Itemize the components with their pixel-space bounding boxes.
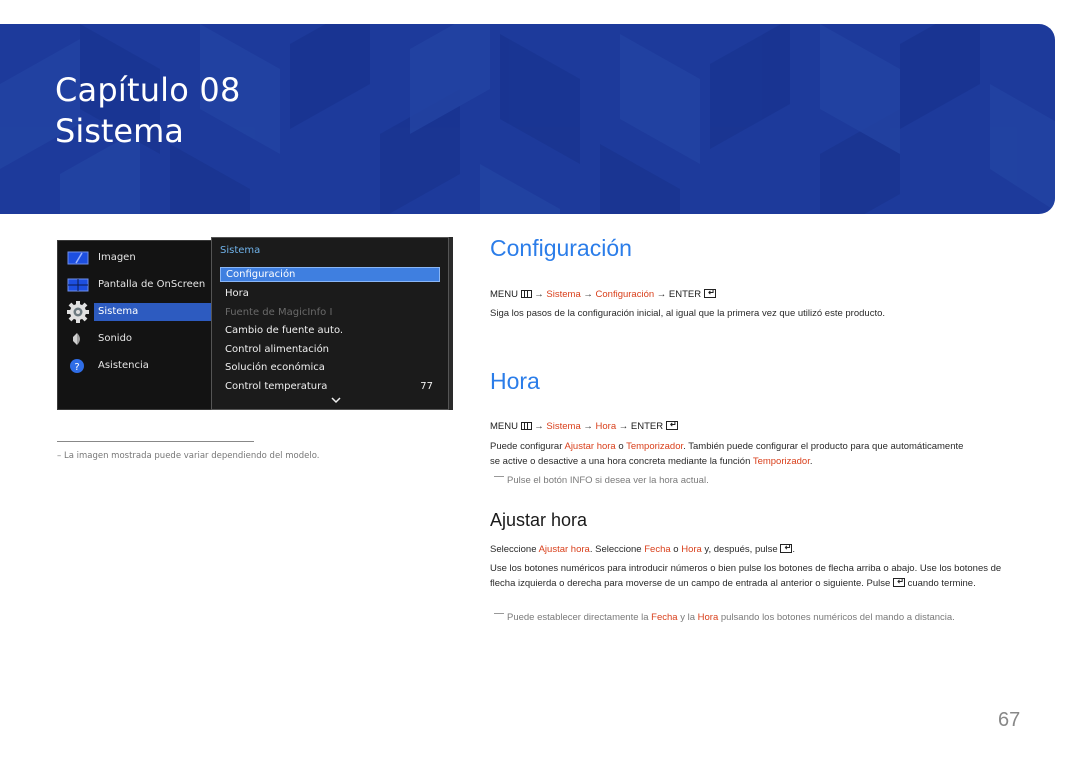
- submenu-item-solucion-economica[interactable]: Solución económica: [220, 360, 440, 375]
- enter-icon: [892, 578, 905, 587]
- temperature-value: 77: [420, 381, 433, 392]
- text-fragment: Solución económica: [225, 362, 325, 373]
- chapter-banner: Capítulo 08 Sistema: [0, 24, 1055, 214]
- text-fragment: Temporizador: [626, 441, 684, 452]
- text-fragment: Fecha: [651, 612, 678, 623]
- text-fragment: →: [583, 421, 593, 432]
- submenu-item-fuente-magicinfo: Fuente de MagicInfo I: [220, 305, 440, 320]
- text-fragment: Hora: [697, 612, 719, 623]
- submenu-item-configuracion[interactable]: Configuración: [220, 267, 440, 282]
- footnote-divider: [57, 441, 254, 442]
- text-fragment: Cambio de fuente auto.: [225, 325, 344, 336]
- osd-main-menu: Imagen Pantalla de OnScreen Sistema Soni…: [57, 240, 218, 410]
- text-fragment: Fecha: [644, 544, 671, 555]
- osd-menu-item-pantalla[interactable]: Pantalla de OnScreen: [58, 276, 218, 294]
- submenu-item-cambio-fuente[interactable]: Cambio de fuente auto.: [220, 323, 440, 338]
- section-heading-configuracion: Configuración: [490, 235, 632, 261]
- text-fragment: o: [670, 544, 682, 555]
- text-fragment: Fuente de MagicInfo I: [225, 307, 333, 318]
- help-icon: ?: [67, 357, 89, 375]
- text-fragment: →: [618, 421, 629, 432]
- text-fragment: Sistema: [546, 421, 581, 432]
- text-fragment: →: [583, 289, 593, 300]
- text-fragment: Sistema: [546, 289, 581, 300]
- onscreen-display-icon: [67, 276, 89, 294]
- svg-text:?: ?: [74, 362, 79, 373]
- osd-submenu: Sistema Configuración Hora Fuente de Mag…: [211, 237, 449, 410]
- text-fragment: →: [534, 289, 544, 300]
- text-fragment: .: [809, 456, 813, 467]
- submenu-header: Sistema: [220, 245, 261, 256]
- menu-path-configuracion: MENU → Sistema → Configuración → ENTER: [490, 289, 716, 300]
- text-fragment: Control temperatura: [225, 381, 328, 392]
- menu-icon: [520, 290, 532, 298]
- text-fragment: Configuración: [226, 269, 296, 280]
- text-fragment: Sonido: [98, 333, 133, 344]
- note-dash: [494, 476, 504, 477]
- text-fragment: Configuración: [595, 289, 655, 300]
- text-fragment: Sistema: [94, 303, 218, 321]
- text-fragment: Hora: [225, 288, 249, 299]
- text-fragment: y la: [677, 612, 698, 623]
- picture-icon: [67, 249, 89, 267]
- text-fragment: Temporizador: [752, 456, 810, 467]
- osd-menu-item-asistencia[interactable]: ? Asistencia: [58, 357, 218, 375]
- ajustar-hora-step1: Seleccione Ajustar hora. Seleccione Fech…: [490, 542, 1030, 557]
- text-fragment: MENU: [490, 289, 518, 300]
- text-fragment: Control alimentación: [225, 344, 330, 355]
- section-heading-ajustar-hora: Ajustar hora: [490, 510, 588, 530]
- osd-menu-item-sistema[interactable]: Sistema: [58, 301, 218, 323]
- chevron-down-icon[interactable]: [330, 396, 342, 404]
- image-footnote: – La imagen mostrada puede variar depend…: [57, 451, 320, 461]
- text-fragment: Pantalla de OnScreen: [98, 279, 206, 290]
- text-fragment: Hora: [681, 544, 702, 555]
- ajustar-hora-note: Puede establecer directamente la Fecha y…: [494, 612, 955, 623]
- configuracion-description: Siga los pasos de la configuración inici…: [490, 308, 886, 319]
- text-fragment: o: [615, 441, 627, 452]
- osd-menu-item-sonido[interactable]: Sonido: [58, 330, 218, 348]
- text-fragment: . Seleccione: [589, 544, 645, 555]
- enter-icon: [780, 544, 793, 553]
- text-fragment: Pulse el botón INFO si desea ver la hora…: [507, 475, 709, 486]
- osd-menu-item-imagen[interactable]: Imagen: [58, 249, 218, 267]
- text-fragment: Asistencia: [98, 360, 149, 371]
- text-fragment: MENU: [490, 421, 518, 432]
- text-fragment: cuando termine.: [904, 578, 976, 589]
- enter-icon: [703, 289, 716, 298]
- chapter-number: Capítulo 08: [55, 71, 241, 109]
- text-fragment: Puede configurar: [490, 441, 565, 452]
- submenu-item-hora[interactable]: Hora: [220, 286, 440, 301]
- text-fragment: Ajustar hora: [538, 544, 590, 555]
- text-fragment: Hora: [595, 421, 617, 432]
- enter-icon: [665, 421, 678, 430]
- text-fragment: y, después, pulse: [701, 544, 781, 555]
- text-fragment: ENTER: [630, 421, 664, 432]
- text-fragment: ENTER: [668, 289, 702, 300]
- text-fragment: .: [792, 544, 795, 555]
- chapter-title: Sistema: [55, 112, 184, 150]
- submenu-item-control-temperatura[interactable]: Control temperatura 77: [220, 379, 440, 394]
- menu-icon: [520, 422, 532, 430]
- text-fragment: →: [534, 421, 544, 432]
- text-fragment: Seleccione: [490, 544, 539, 555]
- note-dash: [494, 613, 504, 614]
- gear-icon: [67, 301, 89, 323]
- speaker-icon: [67, 330, 89, 348]
- page-number: 67: [998, 709, 1021, 731]
- submenu-item-control-alimentacion[interactable]: Control alimentación: [220, 342, 440, 357]
- ajustar-hora-step2: Use los botones numéricos para introduci…: [490, 561, 1020, 591]
- text-fragment: Puede establecer directamente la: [507, 612, 652, 623]
- menu-path-hora: MENU → Sistema → Hora → ENTER: [490, 421, 678, 432]
- hora-description: Puede configurar Ajustar hora o Temporiz…: [490, 439, 970, 469]
- section-heading-hora: Hora: [490, 368, 540, 394]
- text-fragment: pulsando los botones numéricos del mando…: [718, 612, 955, 623]
- text-fragment: Imagen: [98, 252, 136, 263]
- hora-note: Pulse el botón INFO si desea ver la hora…: [494, 475, 709, 486]
- text-fragment: Ajustar hora: [564, 441, 616, 452]
- text-fragment: →: [656, 289, 667, 300]
